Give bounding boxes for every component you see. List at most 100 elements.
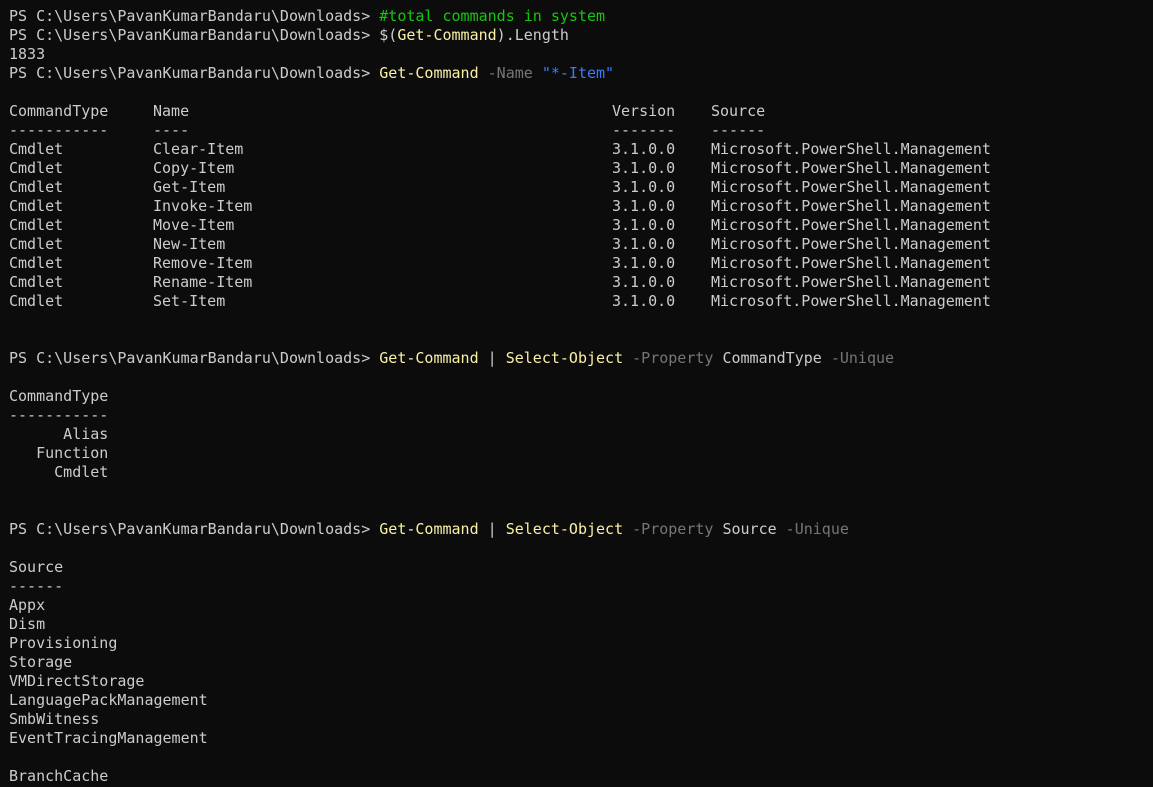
list-item: Dism [9,615,46,633]
table-row: Cmdlet Set-Item 3.1.0.0 Microsoft.PowerShel… [9,292,1144,311]
switch-parameter: -Unique [830,349,895,367]
cell-source: Microsoft.PowerShell.Management [711,235,991,253]
command-name: Get-Command [379,64,479,82]
table-row: Cmdlet Clear-Item 3.1.0.0 Microsoft.PowerSh… [9,140,1144,159]
cell-version: 3.1.0.0 [612,178,676,196]
cell-source: Microsoft.PowerShell.Management [711,178,991,196]
cell-commandtype: Cmdlet [9,197,64,215]
cell-commandtype: Cmdlet [9,140,64,158]
parameter-value: CommandType [722,349,822,367]
list-item: Storage [9,653,73,671]
terminal-window[interactable]: PS C:\Users\PavanKumarBandaru\Downloads>… [0,0,1153,787]
table-row: Cmdlet Rename-Item 3.1.0.0 Microsoft.PowerS… [9,273,1144,292]
string-argument: "*-Item" [541,64,615,82]
cell-source: Microsoft.PowerShell.Management [711,254,991,272]
list-item [9,748,1144,767]
command-name: Select-Object [505,520,624,538]
table-row: Cmdlet Move-Item 3.1.0.0 Microsoft.PowerShe… [9,216,1144,235]
prompt: PS C:\Users\PavanKumarBandaru\Downloads> [9,520,380,538]
cell-source: Microsoft.PowerShell.Management [711,197,991,215]
header-version: Version [612,102,676,120]
table-row: Cmdlet Copy-Item 3.1.0.0 Microsoft.PowerShe… [9,159,1144,178]
cell-name: Copy-Item [153,159,235,177]
source-list: Appx Dism Provisioning Storage VMDirectStora… [9,596,1144,786]
cell-commandtype: Cmdlet [9,235,64,253]
cell-source: Microsoft.PowerShell.Management [711,216,991,234]
cell-source: Microsoft.PowerShell.Management [711,292,991,310]
cell-name: Invoke-Item [153,197,253,215]
list-item: SmbWitness [9,710,100,728]
cell-name: Remove-Item [153,254,253,272]
cell-version: 3.1.0.0 [612,197,676,215]
list-item: Function [9,444,109,462]
header-commandtype: CommandType [9,102,109,120]
prompt: PS C:\Users\PavanKumarBandaru\Downloads> [9,7,380,25]
underline: ----------- [9,121,109,139]
parameter-name: -Property [632,349,714,367]
prompt: PS C:\Users\PavanKumarBandaru\Downloads> [9,349,380,367]
table-header-row: CommandType Name Version Source [9,102,1144,121]
cell-source: Microsoft.PowerShell.Management [711,273,991,291]
prompt-line-source-unique: PS C:\Users\PavanKumarBandaru\Downloads>… [9,520,1144,539]
cell-version: 3.1.0.0 [612,273,676,291]
prompt-line-length: PS C:\Users\PavanKumarBandaru\Downloads>… [9,26,1144,45]
list-item: Appx [9,596,46,614]
command-name: Select-Object [505,349,624,367]
length-accessor: ).Length [496,26,569,44]
table-row: Cmdlet Get-Item 3.1.0.0 Microsoft.PowerShel… [9,178,1144,197]
prompt-line-commandtype-unique: PS C:\Users\PavanKumarBandaru\Downloads>… [9,349,1144,368]
cell-name: Get-Item [153,178,226,196]
cell-commandtype: Cmdlet [9,159,64,177]
cell-version: 3.1.0.0 [612,292,676,310]
cell-commandtype: Cmdlet [9,273,64,291]
cell-name: Set-Item [153,292,226,310]
table-header-source: Source [9,558,64,576]
pipe-operator: | [478,349,506,367]
cell-commandtype: Cmdlet [9,254,64,272]
list-item: Cmdlet [9,463,109,481]
pipe-operator: | [478,520,506,538]
list-item: LanguagePackManagement [9,691,208,709]
header-source: Source [711,102,766,120]
cell-name: New-Item [153,235,226,253]
table-row: Cmdlet Remove-Item 3.1.0.0 Microsoft.PowerS… [9,254,1144,273]
list-item: BranchCache [9,767,109,785]
prompt-line-get-command-name: PS C:\Users\PavanKumarBandaru\Downloads>… [9,64,1144,83]
table-underline-row: ----------- ---- ------- ------ [9,121,1144,140]
cell-source: Microsoft.PowerShell.Management [711,140,991,158]
parameter-value: Source [722,520,777,538]
cell-version: 3.1.0.0 [612,216,676,234]
cell-commandtype: Cmdlet [9,178,64,196]
table-row: Cmdlet New-Item 3.1.0.0 Microsoft.PowerShel… [9,235,1144,254]
output-count: 1833 [9,45,46,63]
command-name: Get-Command [379,520,479,538]
cell-version: 3.1.0.0 [612,254,676,272]
table-underline: ----------- [9,406,109,424]
list-item: Alias [9,425,109,443]
prompt: PS C:\Users\PavanKumarBandaru\Downloads> [9,64,380,82]
table-row: Cmdlet Invoke-Item 3.1.0.0 Microsoft.PowerS… [9,197,1144,216]
command-name: Get-Command [379,349,479,367]
cell-version: 3.1.0.0 [612,140,676,158]
underline: ------- [612,121,676,139]
prompt-line-comment: PS C:\Users\PavanKumarBandaru\Downloads>… [9,7,1144,26]
list-item: Provisioning [9,634,118,652]
comment-text: #total commands in system [379,7,606,25]
cell-commandtype: Cmdlet [9,216,64,234]
parameter-name: -Name [487,64,533,82]
commandtype-list: Alias Function Cmdlet [9,425,1144,482]
table-header-commandtype: CommandType [9,387,109,405]
list-item: VMDirectStorage [9,672,145,690]
command-name: Get-Command [397,26,497,44]
table-underline: ------ [9,577,64,595]
subexpression-open: $( [379,26,398,44]
cell-name: Move-Item [153,216,235,234]
parameter-name: -Property [632,520,714,538]
cell-version: 3.1.0.0 [612,159,676,177]
